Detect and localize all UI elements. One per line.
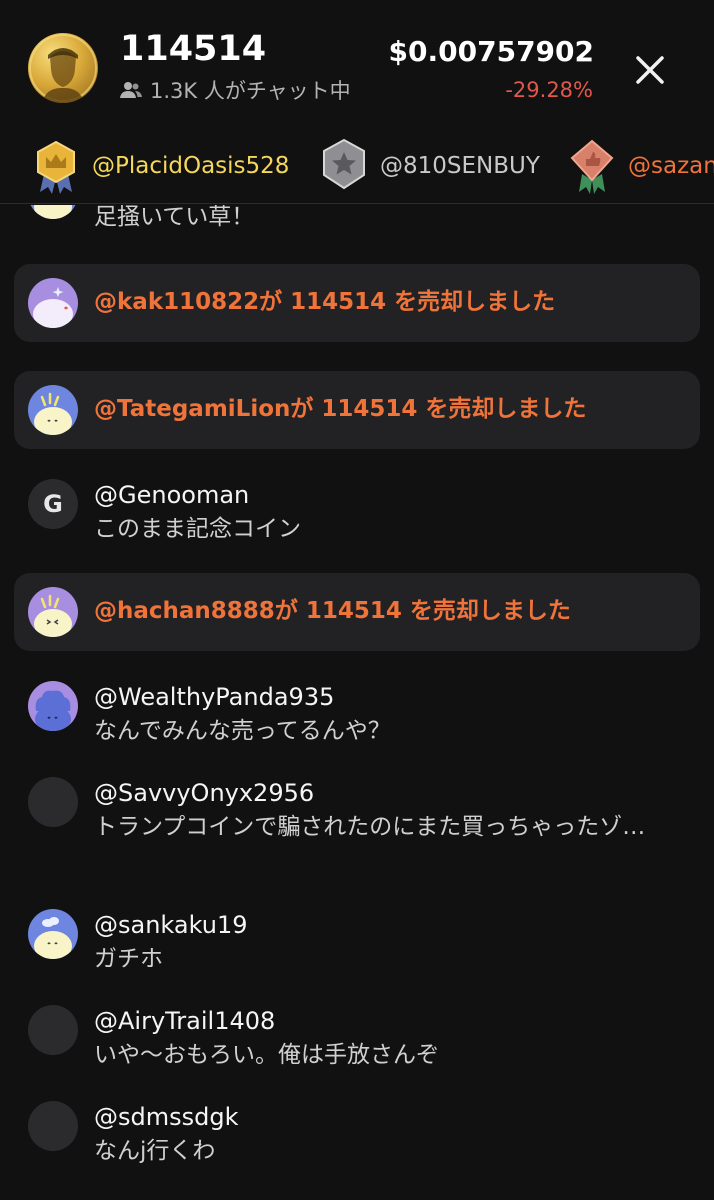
blob-avatar-icon [34,392,72,435]
blob-avatar-icon [35,690,71,731]
message-text: ガチホ [94,946,163,972]
event-action: が 114514 を売却しました [259,289,556,315]
event-user[interactable]: @kak110822 [94,289,259,315]
sell-event-text: @TategamiLionが 114514 を売却しました [94,393,586,425]
rank-item-2[interactable]: @810SENBUY [318,136,540,196]
username[interactable]: @AiryTrail1408 [94,1005,275,1037]
avatar [28,205,78,219]
rank-handle: @PlacidOasis528 [92,153,290,179]
bronze-thumb-medal-icon [570,139,614,194]
close-button[interactable] [628,48,672,92]
chat-header: 114514 1.3K 人がチャット中 $0.00757902 -29.28% [0,0,714,128]
message-text: なんでみんな売ってるんや？ [94,718,391,744]
sell-event-text: @hachan8888が 114514 を売却しました [94,595,571,627]
coin-portrait-icon [29,34,97,103]
sell-event-text: @kak110822が 114514 を売却しました [94,286,555,318]
blob-avatar-icon [34,205,72,219]
username[interactable]: @sdmssdgk [94,1101,239,1133]
rank-handle: @810SENBUY [380,153,540,179]
avatar [28,681,78,731]
blob-avatar-icon [34,594,72,637]
top-holders-bar[interactable]: @PlacidOasis528 @810SENBUY @sazan [0,128,714,204]
event-action: が 114514 を売却しました [290,396,587,422]
avatar [28,587,78,637]
coin-title: 114514 [120,29,267,69]
silver-star-medal-icon [323,138,365,190]
blob-avatar-icon [34,917,72,959]
avatar [28,777,78,827]
message-text: トランプコインで騙されたのにまた買っちゃったゾ… [94,814,646,840]
message-text: いや〜おもろい。俺は手放さんぞ [94,1042,439,1068]
sell-event: @TategamiLionが 114514 を売却しました [14,371,700,449]
message-text: なんj行くわ [94,1138,216,1164]
username[interactable]: @sankaku19 [94,909,248,941]
blob-avatar-icon [33,287,73,328]
rank-handle: @sazan [628,153,714,179]
close-icon [636,56,664,84]
rank-item-1[interactable]: @PlacidOasis528 [30,136,289,196]
avatar [28,278,78,328]
chat-count-label: 1.3K 人がチャット中 [150,79,351,103]
avatar [28,909,78,959]
chat-list[interactable]: 足掻いてい草！ @kak110822が 114514 を売却しました @Tate… [0,205,714,1200]
avatar: G [28,479,78,529]
price-change: -29.28% [505,78,593,102]
username[interactable]: @Genooman [94,479,249,511]
avatar [28,1101,78,1151]
message-text: このまま記念コイン [94,516,301,542]
event-user[interactable]: @TategamiLion [94,396,290,422]
username[interactable]: @SavvyOnyx2956 [94,777,314,809]
rank-item-3[interactable]: @sazan [566,136,714,196]
people-icon [120,82,142,98]
coin-avatar[interactable] [28,33,98,103]
username[interactable]: @WealthyPanda935 [94,681,334,713]
chat-count: 1.3K 人がチャット中 [120,76,351,104]
event-action: が 114514 を売却しました [274,598,571,624]
coin-price: $0.00757902 [388,35,594,68]
event-user[interactable]: @hachan8888 [94,598,275,624]
sell-event: @hachan8888が 114514 を売却しました [14,573,700,651]
avatar [28,1005,78,1055]
message-text: 足掻いてい草！ [94,205,255,230]
gold-crown-medal-icon [37,140,75,194]
sell-event: @kak110822が 114514 を売却しました [14,264,700,342]
avatar [28,385,78,435]
